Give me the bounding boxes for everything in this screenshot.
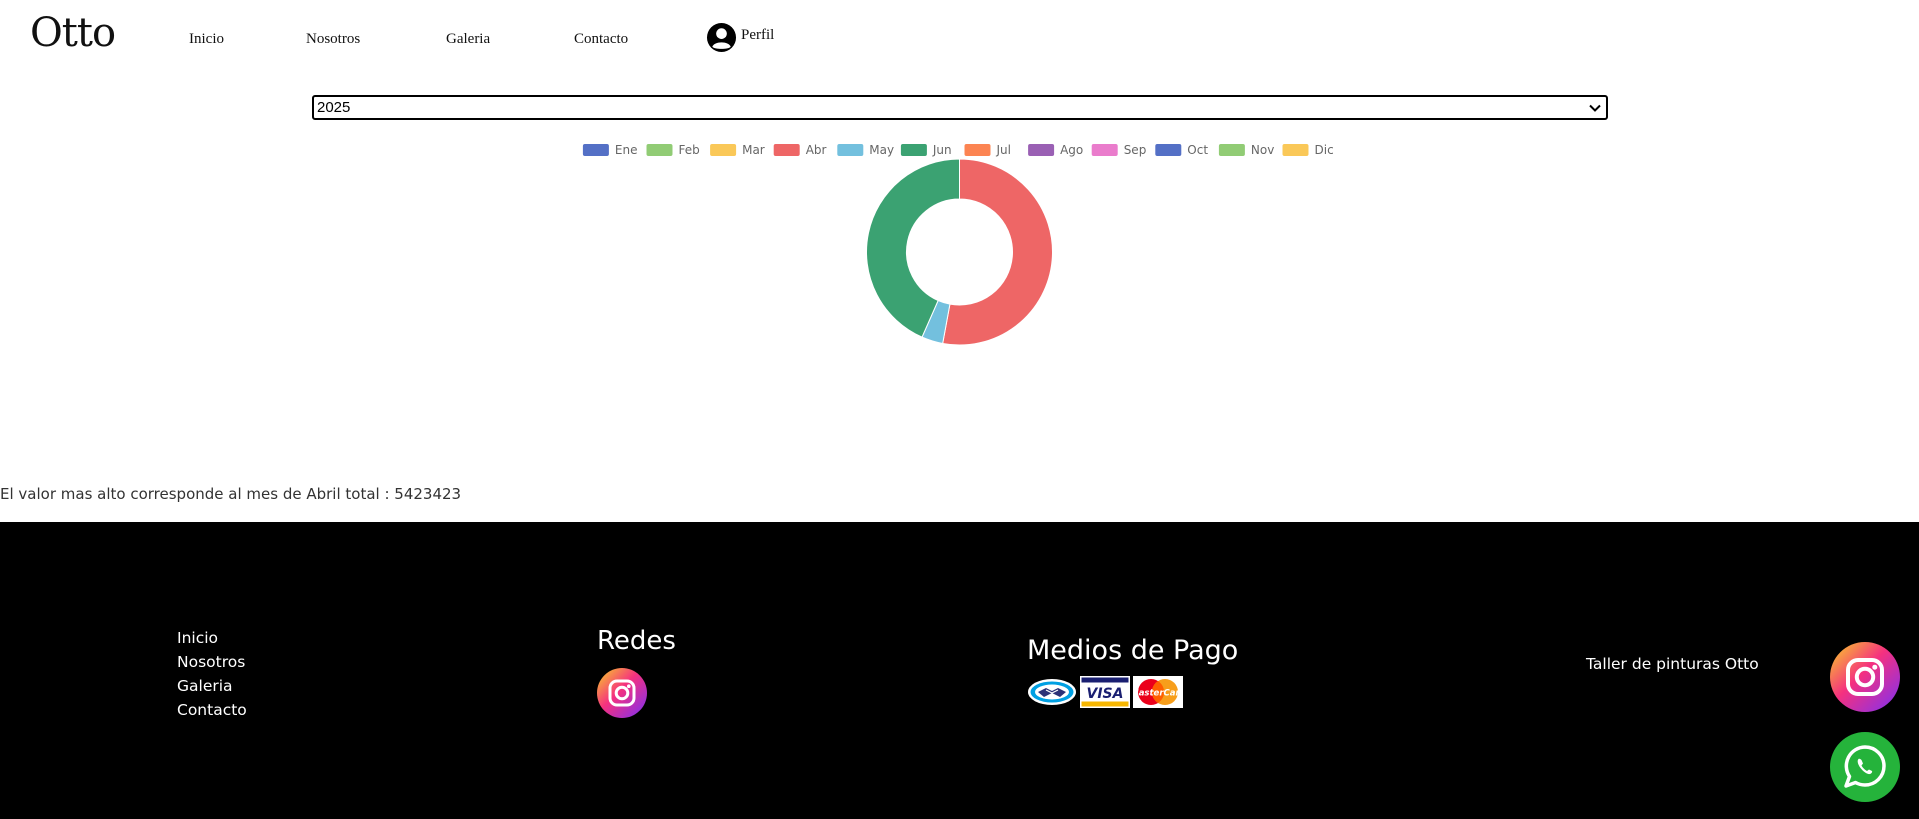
- payment-logos: VISA MasterCard: [1027, 676, 1183, 708]
- legend-swatch: [1091, 144, 1118, 156]
- legend-swatch: [773, 144, 800, 156]
- visa-logo: VISA: [1080, 676, 1130, 708]
- legend-label: Jun: [932, 143, 952, 157]
- profile-label: Perfil: [741, 27, 775, 43]
- summary-text: El valor mas alto corresponde al mes de …: [0, 485, 462, 503]
- legend-label: Nov: [1251, 143, 1274, 157]
- legend-label: May: [869, 143, 894, 157]
- whatsapp-icon[interactable]: [1830, 732, 1900, 802]
- instagram-icon[interactable]: [1830, 642, 1900, 712]
- legend-label: Mar: [742, 143, 765, 157]
- profile-link[interactable]: Perfil: [706, 22, 774, 54]
- legend-swatch: [582, 144, 609, 156]
- legend-label: Abr: [806, 143, 827, 157]
- legend-swatch: [1282, 144, 1309, 156]
- legend-swatch: [837, 144, 864, 156]
- legend-item-ago[interactable]: Ago: [1028, 143, 1083, 157]
- nav-inicio[interactable]: Inicio: [189, 31, 224, 48]
- footer-link-contacto[interactable]: Contacto: [177, 698, 247, 722]
- chevron-down-icon: [1589, 104, 1601, 112]
- legend-item-mar[interactable]: Mar: [710, 143, 765, 157]
- year-select-value: 2025: [317, 99, 351, 116]
- legend-swatch: [1218, 144, 1245, 156]
- legend-item-dic[interactable]: Dic: [1282, 143, 1334, 157]
- payment-methods-title: Medios de Pago: [1027, 635, 1239, 666]
- legend-item-nov[interactable]: Nov: [1218, 143, 1274, 157]
- nav-galeria[interactable]: Galeria: [446, 31, 490, 48]
- monthly-doughnut-chart: Ene Feb Mar Abr May Jun Jul Ago Sep Oct Nov Dic: [582, 143, 1334, 346]
- legend-swatch: [900, 144, 927, 156]
- instagram-icon[interactable]: [597, 668, 647, 718]
- legend-swatch: [646, 144, 673, 156]
- legend-item-jul[interactable]: Jul: [964, 143, 1011, 157]
- mercadopago-logo: [1028, 679, 1076, 705]
- legend-swatch: [710, 144, 737, 156]
- svg-text:VISA: VISA: [1087, 686, 1124, 702]
- svg-text:MasterCard: MasterCard: [1133, 689, 1183, 699]
- legend-item-abr[interactable]: Abr: [773, 143, 827, 157]
- legend-swatch: [1028, 144, 1055, 156]
- footer-links: Inicio Nosotros Galeria Contacto: [177, 626, 247, 722]
- user-circle-icon: [706, 22, 737, 53]
- legend-item-oct[interactable]: Oct: [1155, 143, 1208, 157]
- legend-item-feb[interactable]: Feb: [646, 143, 700, 157]
- legend-label: Oct: [1187, 143, 1208, 157]
- footer-tagline: Taller de pinturas Otto: [1586, 655, 1759, 673]
- legend-item-jun[interactable]: Jun: [900, 143, 952, 157]
- footer-link-nosotros[interactable]: Nosotros: [177, 650, 247, 674]
- brand-logo[interactable]: Otto: [30, 10, 116, 56]
- nav-nosotros[interactable]: Nosotros: [306, 31, 360, 48]
- legend-swatch: [964, 144, 991, 156]
- legend-item-ene[interactable]: Ene: [582, 143, 638, 157]
- legend-label: Dic: [1315, 143, 1334, 157]
- legend-item-may[interactable]: May: [837, 143, 894, 157]
- legend-swatch: [1155, 144, 1182, 156]
- legend-label: Ago: [1060, 143, 1083, 157]
- legend-item-sep[interactable]: Sep: [1091, 143, 1147, 157]
- legend-label: Ene: [615, 143, 638, 157]
- redes-title: Redes: [597, 626, 676, 656]
- footer-link-inicio[interactable]: Inicio: [177, 626, 247, 650]
- legend-label: Sep: [1124, 143, 1147, 157]
- mastercard-logo: MasterCard: [1133, 676, 1183, 708]
- footer-link-galeria[interactable]: Galeria: [177, 674, 247, 698]
- legend-label: Jul: [996, 143, 1011, 157]
- nav-contacto[interactable]: Contacto: [574, 31, 628, 48]
- year-select[interactable]: 2025: [312, 95, 1608, 120]
- legend-label: Feb: [679, 143, 700, 157]
- site-header: Otto Inicio Nosotros Galeria Contacto Pe…: [0, 0, 1919, 75]
- site-footer: Inicio Nosotros Galeria Contacto Redes M…: [0, 522, 1919, 819]
